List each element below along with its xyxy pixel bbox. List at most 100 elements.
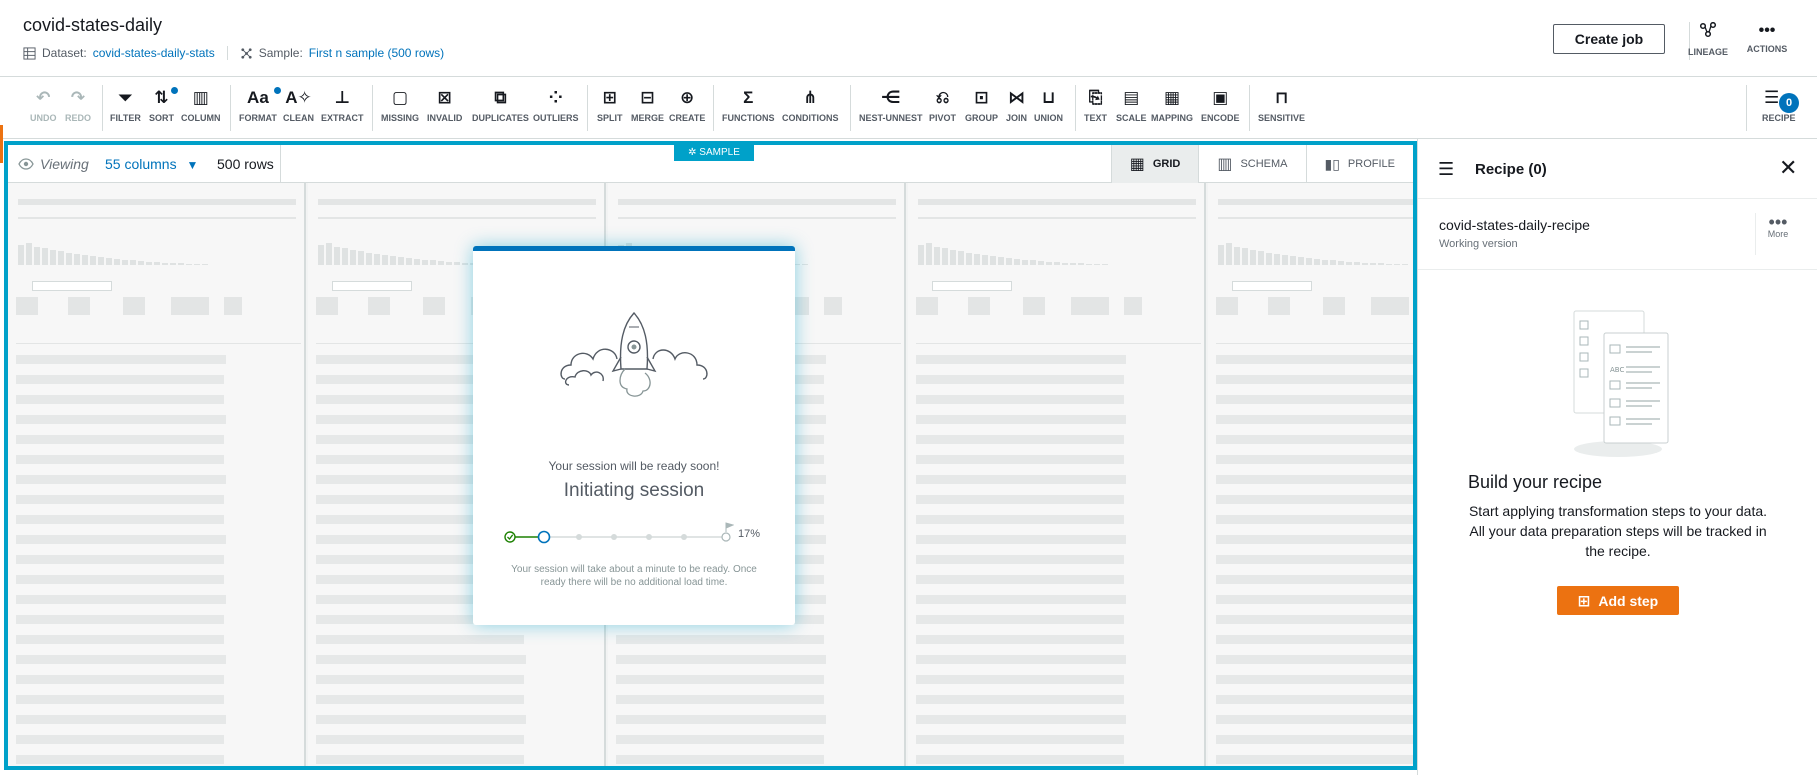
recipe-panel-header: ☰ Recipe (0) ✕ <box>1418 139 1817 199</box>
scale-icon: ▤ <box>1123 88 1140 107</box>
session-loading-dialog: Your session will be ready soon! Initiat… <box>473 246 795 625</box>
tab-grid-label: GRID <box>1152 158 1181 170</box>
lineage-button[interactable]: LINEAGE <box>1680 21 1736 57</box>
toolbar-divider <box>587 85 588 131</box>
dataset-meta: Dataset: covid-states-daily-stats Sample… <box>23 46 444 60</box>
lineage-icon <box>1680 21 1736 43</box>
mapping-icon: ▦ <box>1163 88 1181 107</box>
nest-unnest-label: NEST-UNNEST <box>859 113 923 123</box>
functions-button[interactable]: Σ FUNCTIONS <box>722 87 775 123</box>
pivot-label: PIVOT <box>929 113 957 123</box>
scale-button[interactable]: ▤ SCALE <box>1116 87 1147 123</box>
lineage-label: LINEAGE <box>1687 47 1728 57</box>
grid-icon: ▦ <box>1129 156 1145 173</box>
missing-button[interactable]: ▢ MISSING <box>381 87 419 123</box>
view-tabs: ▦ GRID ▥ SCHEMA ▮▯ PROFILE <box>1110 145 1414 183</box>
schema-icon: ▥ <box>1217 156 1233 173</box>
create-label: CREATE <box>669 113 706 123</box>
more-divider <box>1755 213 1756 255</box>
duplicates-button[interactable]: ⧉ DUPLICATES <box>472 87 529 123</box>
sensitive-button[interactable]: ⊓ SENSITIVE <box>1258 87 1305 123</box>
actions-button[interactable]: ••• ACTIONS <box>1739 22 1795 54</box>
merge-label: MERGE <box>631 113 665 123</box>
outliers-button[interactable]: ⁘ OUTLIERS <box>533 87 579 123</box>
columns-dropdown[interactable]: 55 columns ▼ <box>105 156 198 172</box>
recipe-version: Working version <box>1439 238 1518 250</box>
grid-column-placeholder <box>908 183 1206 766</box>
create-button[interactable]: ⊕ CREATE <box>669 87 705 123</box>
viewing-label: Viewing <box>40 156 89 172</box>
invalid-button[interactable]: ⊠ INVALID <box>427 87 462 123</box>
recipe-more-label: More <box>1767 229 1789 239</box>
group-icon: ⊡ <box>974 88 989 107</box>
filter-label: FILTER <box>110 113 141 123</box>
outliers-label: OUTLIERS <box>533 113 579 123</box>
add-step-icon: ⊞ <box>1577 592 1591 610</box>
undo-button[interactable]: ↶ UNDO <box>30 87 57 123</box>
app-header: covid-states-daily Dataset: covid-states… <box>0 0 1817 77</box>
table-icon <box>23 46 36 60</box>
tab-grid[interactable]: ▦ GRID <box>1110 145 1199 183</box>
create-job-button[interactable]: Create job <box>1553 24 1665 54</box>
toolbar-divider <box>102 85 103 131</box>
tab-profile-label: PROFILE <box>1347 158 1395 170</box>
actions-label: ACTIONS <box>1746 44 1788 54</box>
invalid-label: INVALID <box>427 113 463 123</box>
clean-icon: A✧ <box>285 88 312 107</box>
pivot-icon: ⎌ <box>935 88 950 107</box>
dataset-link[interactable]: covid-states-daily-stats <box>93 46 215 60</box>
recipe-toggle-label: RECIPE <box>1762 113 1796 123</box>
sample-link[interactable]: First n sample (500 rows) <box>309 46 444 60</box>
merge-button[interactable]: ⊟ MERGE <box>631 87 664 123</box>
format-button[interactable]: Aa FORMAT <box>239 87 281 123</box>
tab-schema[interactable]: ▥ SCHEMA <box>1198 145 1305 183</box>
svg-text:ABC: ABC <box>1610 366 1624 374</box>
recipe-illustration: ABC <box>1573 310 1669 457</box>
sample-label: Sample: <box>258 46 303 60</box>
split-button[interactable]: ⊞ SPLIT <box>597 87 623 123</box>
join-button[interactable]: ⋈ JOIN <box>1006 87 1027 123</box>
pivot-button[interactable]: ⎌ PIVOT <box>929 87 956 123</box>
mapping-button[interactable]: ▦ MAPPING <box>1151 87 1193 123</box>
rocket-icon <box>560 311 708 397</box>
nest-unnest-button[interactable]: ⋲ NEST-UNNEST <box>859 87 923 123</box>
column-label: COLUMN <box>181 113 221 123</box>
nest-icon: ⋲ <box>880 88 901 107</box>
toolbar-divider <box>1746 85 1747 131</box>
sort-button[interactable]: ⇅ SORT <box>149 87 179 123</box>
format-label: FORMAT <box>239 113 277 123</box>
format-active-dot <box>273 87 281 94</box>
split-icon: ⊞ <box>602 88 617 107</box>
filter-icon: ⏷ <box>118 88 133 107</box>
session-ready-text: Your session will be ready soon! <box>548 459 720 473</box>
clean-button[interactable]: A✧ CLEAN <box>283 87 314 123</box>
undo-label: UNDO <box>30 113 57 123</box>
text-label: TEXT <box>1084 113 1108 123</box>
columns-count: 55 columns <box>105 156 177 172</box>
redo-button[interactable]: ↷ REDO <box>65 87 91 123</box>
conditions-icon: ⋔ <box>803 88 818 107</box>
filter-button[interactable]: ⏷ FILTER <box>110 87 141 123</box>
tab-profile[interactable]: ▮▯ PROFILE <box>1305 145 1414 183</box>
session-progress-steps <box>504 522 734 544</box>
close-icon[interactable]: ✕ <box>1779 157 1797 179</box>
sample-icon <box>241 47 252 59</box>
column-button[interactable]: ▥ COLUMN <box>181 87 221 123</box>
text-button[interactable]: ⎘ TEXT <box>1084 87 1107 123</box>
recipe-more-button[interactable]: ••• More <box>1758 213 1798 239</box>
conditions-button[interactable]: ⋔ CONDITIONS <box>782 87 839 123</box>
encode-button[interactable]: ▣ ENCODE <box>1201 87 1240 123</box>
extract-icon: ⊥ <box>334 88 351 107</box>
grid-toolbar: Viewing 55 columns ▼ 500 rows ✲ SAMPLE ▦… <box>8 145 1413 183</box>
lock-icon: ⊓ <box>1274 88 1289 107</box>
meta-divider <box>226 46 228 60</box>
scale-label: SCALE <box>1116 113 1147 123</box>
group-button[interactable]: ⊡ GROUP <box>965 87 998 123</box>
session-note: Your session will take about a minute to… <box>511 564 757 588</box>
recipe-title: Recipe (0) <box>1475 161 1547 178</box>
extract-button[interactable]: ⊥ EXTRACT <box>321 87 364 123</box>
duplicates-label: DUPLICATES <box>472 113 529 123</box>
add-step-button[interactable]: ⊞ Add step <box>1557 586 1679 615</box>
union-button[interactable]: ⊔ UNION <box>1034 87 1063 123</box>
profile-icon: ▮▯ <box>1324 155 1340 172</box>
